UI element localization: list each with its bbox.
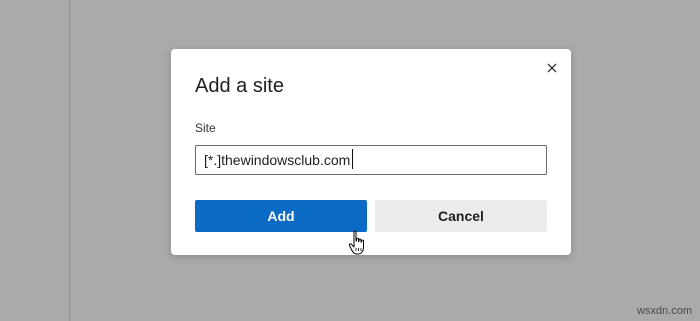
text-caret: [352, 149, 353, 169]
site-field-label: Site: [195, 121, 216, 135]
close-button[interactable]: [543, 59, 561, 77]
hand-pointer-icon: [348, 230, 364, 255]
background-divider: [69, 0, 70, 321]
watermark: wsxdn.com: [636, 305, 692, 317]
cancel-button[interactable]: Cancel: [375, 200, 547, 232]
add-button[interactable]: Add: [195, 200, 367, 232]
close-icon: [547, 63, 557, 73]
site-input[interactable]: [195, 145, 547, 175]
add-site-dialog: Add a site Site Add Cancel: [171, 49, 571, 255]
dialog-title: Add a site: [195, 75, 284, 97]
